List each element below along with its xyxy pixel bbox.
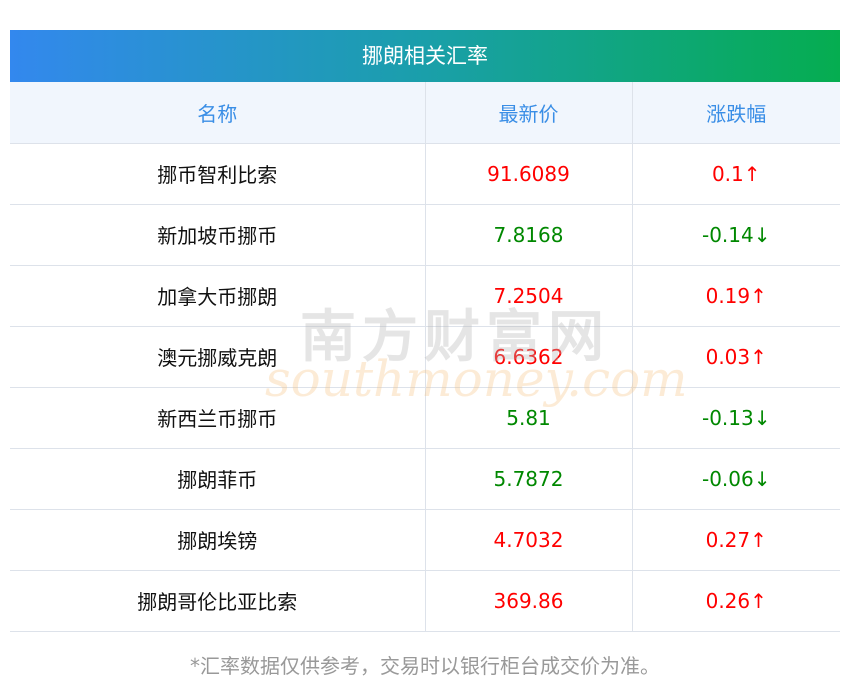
latest-price: 5.7872 [424,448,632,510]
table-row[interactable]: 新西兰币挪币 5.81 -0.13↓ [10,387,840,449]
table-row[interactable]: 挪朗菲币 5.7872 -0.06↓ [10,448,840,510]
latest-price: 5.81 [424,387,632,449]
rates-table: 名称 最新价 涨跌幅 挪币智利比索 91.6089 0.1↑ 新加坡币挪币 7.8… [10,82,840,632]
table-row[interactable]: 澳元挪威克朗 6.6362 0.03↑ [10,326,840,388]
disclaimer: *汇率数据仅供参考，交易时以银行柜台成交价为准。 [190,654,660,678]
change-percent: 0.26↑ [631,570,840,632]
change-percent: 0.03↑ [631,326,840,388]
latest-price: 4.7032 [424,509,632,571]
currency-pair-name[interactable]: 挪币智利比索 [10,143,425,205]
column-header-name: 名称 [10,82,425,144]
latest-price: 369.86 [424,570,632,632]
table-row[interactable]: 挪朗埃镑 4.7032 0.27↑ [10,509,840,571]
table-row[interactable]: 新加坡币挪币 7.8168 -0.14↓ [10,204,840,266]
change-percent: -0.14↓ [631,204,840,266]
currency-pair-name[interactable]: 澳元挪威克朗 [10,326,425,388]
currency-pair-name[interactable]: 新西兰币挪币 [10,387,425,449]
currency-pair-name[interactable]: 新加坡币挪币 [10,204,425,266]
latest-price: 7.2504 [424,265,632,327]
latest-price: 7.8168 [424,204,632,266]
table-header: 名称 最新价 涨跌幅 [10,82,840,144]
column-header-change: 涨跌幅 [631,82,840,144]
latest-price: 6.6362 [424,326,632,388]
change-percent: -0.13↓ [631,387,840,449]
column-header-price: 最新价 [424,82,632,144]
change-percent: -0.06↓ [631,448,840,510]
currency-pair-name[interactable]: 加拿大币挪朗 [10,265,425,327]
exchange-rate-panel: 挪朗相关汇率 名称 最新价 涨跌幅 挪币智利比索 91.6089 0.1↑ 新加坡… [10,30,840,632]
currency-pair-name[interactable]: 挪朗埃镑 [10,509,425,571]
currency-pair-name[interactable]: 挪朗哥伦比亚比索 [10,570,425,632]
table-row[interactable]: 加拿大币挪朗 7.2504 0.19↑ [10,265,840,327]
latest-price: 91.6089 [424,143,632,205]
change-percent: 0.27↑ [631,509,840,571]
change-percent: 0.1↑ [631,143,840,205]
currency-pair-name[interactable]: 挪朗菲币 [10,448,425,510]
table-row[interactable]: 挪朗哥伦比亚比索 369.86 0.26↑ [10,570,840,632]
change-percent: 0.19↑ [631,265,840,327]
table-row[interactable]: 挪币智利比索 91.6089 0.1↑ [10,143,840,205]
panel-title: 挪朗相关汇率 [10,30,840,82]
